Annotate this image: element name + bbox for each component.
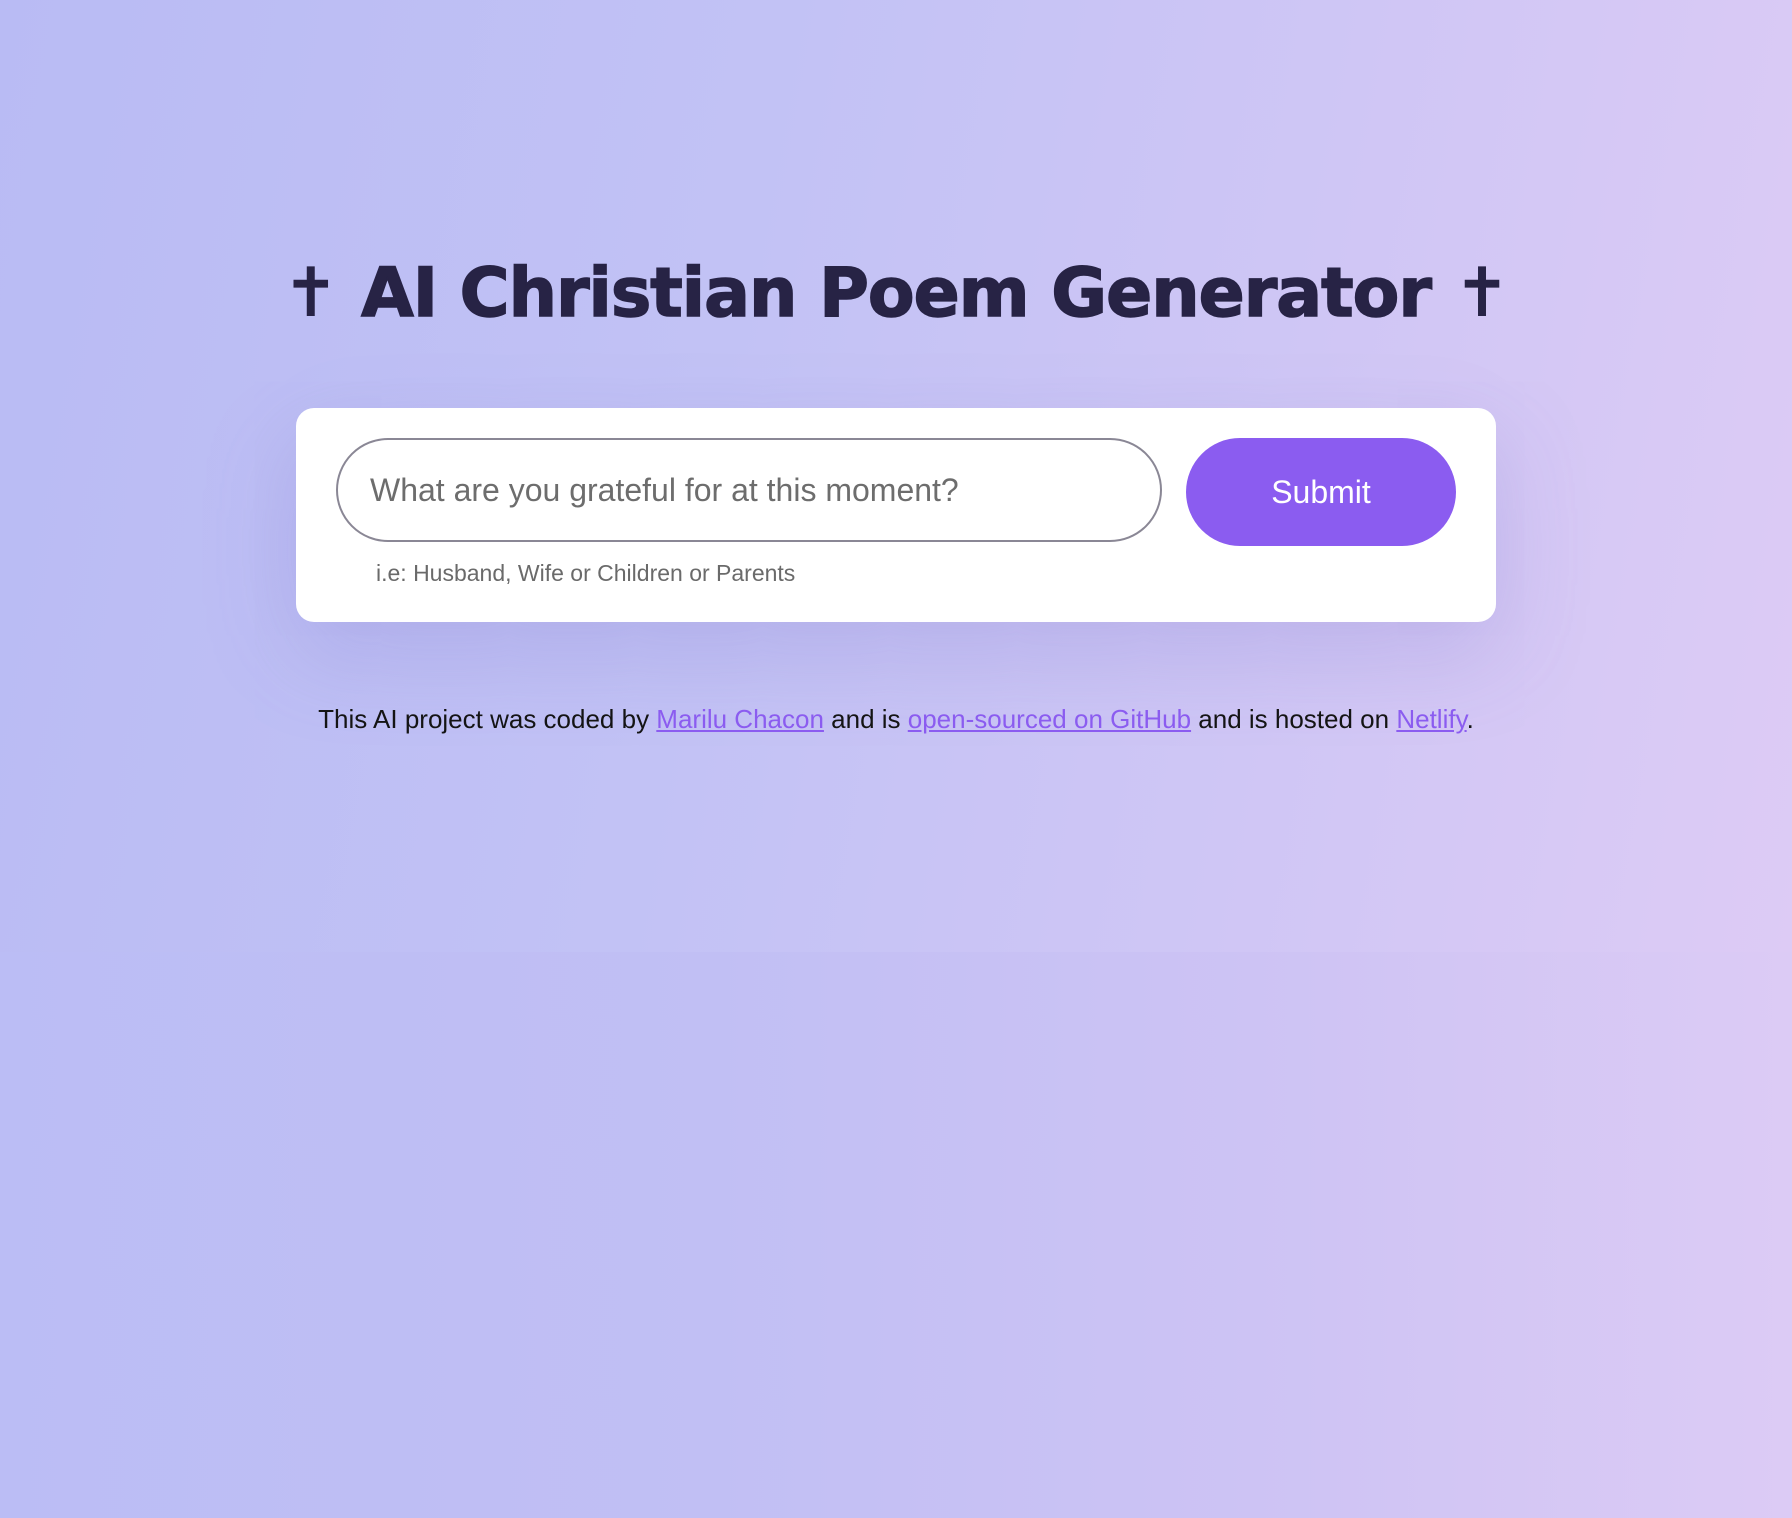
submit-button[interactable]: Submit bbox=[1186, 438, 1456, 546]
gratitude-input[interactable] bbox=[336, 438, 1162, 542]
footer-text-end: . bbox=[1466, 704, 1474, 734]
footer-text-before: This AI project was coded by bbox=[318, 704, 657, 734]
page-container: ✝ AI Christian Poem Generator ✝ Submit i… bbox=[0, 0, 1792, 952]
page-title-text: AI Christian Poem Generator bbox=[360, 253, 1432, 334]
page-title: ✝ AI Christian Poem Generator ✝ bbox=[0, 246, 1792, 342]
cross-icon: ✝ bbox=[282, 254, 339, 333]
footer-text-after: and is hosted on bbox=[1191, 704, 1397, 734]
poem-form-card: Submit i.e: Husband, Wife or Children or… bbox=[296, 408, 1496, 622]
author-link[interactable]: Marilu Chacon bbox=[656, 704, 824, 734]
footer: This AI project was coded by Marilu Chac… bbox=[0, 704, 1792, 735]
input-hint: i.e: Husband, Wife or Children or Parent… bbox=[376, 560, 796, 586]
cross-icon: ✝ bbox=[1453, 254, 1511, 333]
netlify-link[interactable]: Netlify bbox=[1396, 704, 1466, 734]
github-link[interactable]: open-sourced on GitHub bbox=[908, 704, 1191, 734]
footer-text-middle: and is bbox=[823, 704, 908, 734]
